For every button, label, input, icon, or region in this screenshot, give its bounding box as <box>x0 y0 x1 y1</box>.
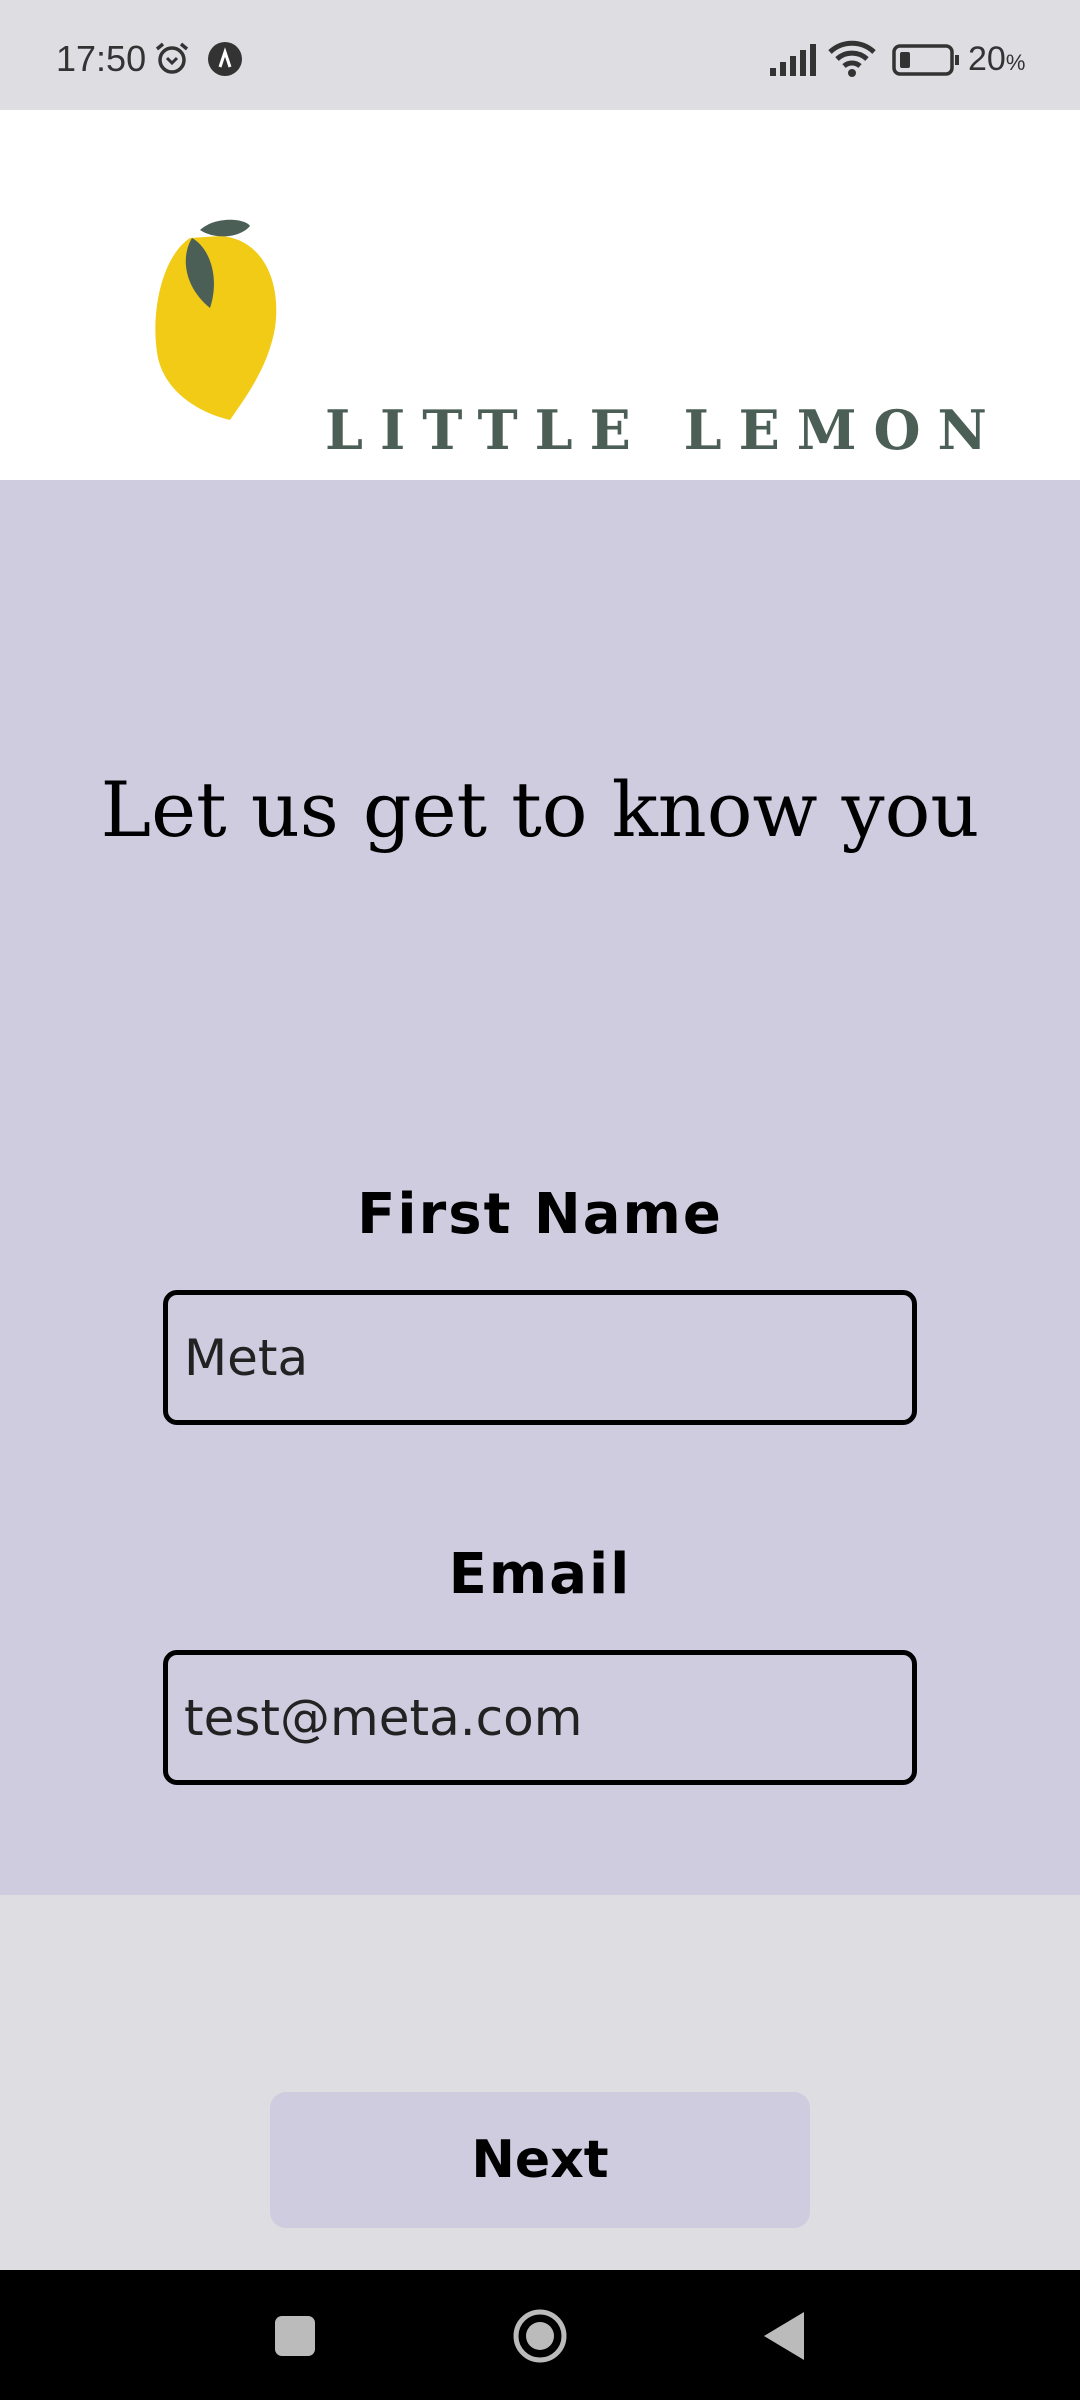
app-header: LITTLE LEMON <box>0 110 1080 480</box>
battery-icon <box>892 44 959 76</box>
alarm-icon <box>155 42 189 74</box>
first-name-input[interactable] <box>163 1290 917 1425</box>
navigation-bar <box>0 2270 1080 2400</box>
back-button-icon[interactable] <box>762 2310 806 2362</box>
page-title: Let us get to know you <box>100 765 980 854</box>
status-bar: 17:50 20% <box>0 0 1080 110</box>
wifi-icon <box>828 40 876 77</box>
clock: 17:50 <box>56 38 147 79</box>
recents-button-icon[interactable] <box>274 2315 316 2357</box>
signal-icon <box>770 44 816 76</box>
next-button[interactable]: Next <box>270 2092 810 2228</box>
email-input[interactable] <box>163 1650 917 1785</box>
onboarding-form: Let us get to know you First Name Email <box>0 480 1080 1895</box>
home-button-icon[interactable] <box>512 2308 568 2364</box>
email-label: Email <box>448 1542 632 1607</box>
app-notification-icon <box>208 42 242 76</box>
battery-percent: 20% <box>968 40 1026 78</box>
first-name-label: First Name <box>357 1182 723 1247</box>
lemon-logo-icon <box>155 219 277 420</box>
logo-text: LITTLE LEMON <box>325 398 1004 462</box>
